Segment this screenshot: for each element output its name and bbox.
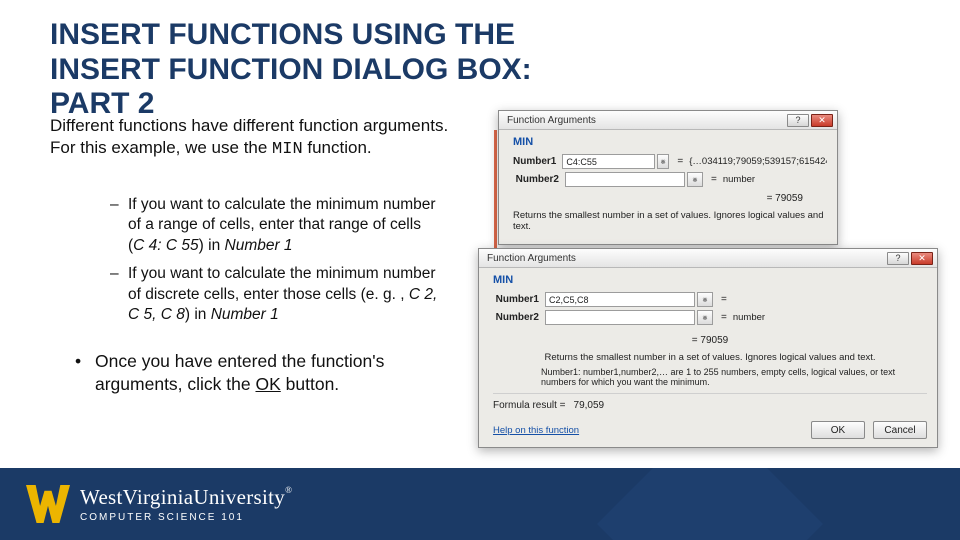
dialog-titlebar[interactable]: Function Arguments ? ✕ <box>499 111 837 130</box>
intro-paragraph: Different functions have different funct… <box>50 115 450 161</box>
sb2-a: If you want to calculate the minimum num… <box>128 265 436 302</box>
arg-label-number1: Number1 <box>493 294 545 305</box>
dialog-title: Function Arguments <box>487 253 576 264</box>
intro-text-a: Different functions have different funct… <box>50 116 448 157</box>
arg-label-number1: Number1 <box>513 156 562 167</box>
function-name-label: MIN <box>513 136 827 148</box>
help-icon[interactable]: ? <box>787 114 809 127</box>
close-icon[interactable]: ✕ <box>811 114 833 127</box>
range-picker-icon[interactable]: ⨳ <box>657 154 670 169</box>
equals-sign: = <box>711 174 717 185</box>
range-picker-icon[interactable]: ⨳ <box>697 310 713 325</box>
wvu-logo-icon <box>26 485 70 523</box>
bullet-marker: • <box>75 350 95 396</box>
dash-marker: – <box>110 195 128 256</box>
help-icon[interactable]: ? <box>887 252 909 265</box>
equals-sign: = <box>677 156 683 167</box>
argument-help-text: Number1: number1,number2,… are 1 to 255 … <box>541 367 927 387</box>
mb-b: button. <box>281 374 339 394</box>
equals-sign: = <box>721 312 727 323</box>
arg-preview-number2: number <box>723 174 755 185</box>
arg-row-number1: Number1 C2,C5,C8 ⨳ = <box>493 292 927 307</box>
intro-text-b: function. <box>303 138 372 157</box>
help-link[interactable]: Help on this function <box>493 425 579 436</box>
dialog-body: MIN Number1 C2,C5,C8 ⨳ = Number2 ⨳ = num… <box>479 268 937 447</box>
formula-result-value: 79,059 <box>574 400 605 411</box>
sub-bullet-2: – If you want to calculate the minimum n… <box>110 264 440 325</box>
range-picker-icon[interactable]: ⨳ <box>697 292 713 307</box>
slide-title: INSERT FUNCTIONS USING THE INSERT FUNCTI… <box>50 18 610 122</box>
main-bullet: • Once you have entered the function's a… <box>75 350 435 396</box>
arg-preview-number2: number <box>733 312 765 323</box>
sb2-arg: Number 1 <box>211 306 279 323</box>
course-name: COMPUTER SCIENCE 101 <box>80 512 292 523</box>
arg-row-number1: Number1 C4:C55 ⨳ = {…034119;79059;539157… <box>513 154 827 169</box>
sub-bullet-1: – If you want to calculate the minimum n… <box>110 195 440 256</box>
excel-edge-stripe <box>494 130 497 250</box>
function-result-preview: = 79059 <box>513 193 803 204</box>
trademark-symbol: ® <box>285 485 292 495</box>
arg-row-number2: Number2 ⨳ = number <box>513 172 827 187</box>
sb1-arg: Number 1 <box>225 237 293 254</box>
arg-label-number2: Number2 <box>513 174 565 185</box>
function-name-label: MIN <box>493 274 927 286</box>
sb2-b: ) in <box>185 306 211 323</box>
number2-input[interactable] <box>545 310 695 325</box>
university-name: WestVirginiaUniversity <box>80 485 285 509</box>
sb1-b: ) in <box>199 237 225 254</box>
function-arguments-dialog-front: Function Arguments ? ✕ MIN Number1 C2,C5… <box>478 248 938 448</box>
function-arguments-dialog-back: Function Arguments ? ✕ MIN Number1 C4:C5… <box>498 110 838 245</box>
number2-input[interactable] <box>565 172 685 187</box>
number1-input[interactable]: C4:C55 <box>562 154 654 169</box>
number1-input[interactable]: C2,C5,C8 <box>545 292 695 307</box>
mb-ok: OK <box>255 374 280 394</box>
arg-row-number2: Number2 ⨳ = number <box>493 310 927 325</box>
equals-sign: = <box>721 294 727 305</box>
ok-button[interactable]: OK <box>811 421 865 439</box>
range-picker-icon[interactable]: ⨳ <box>687 172 703 187</box>
arg-preview-number1: {…034119;79059;539157;615424;0;1573… <box>689 156 827 167</box>
formula-result-label: Formula result = <box>493 400 566 411</box>
dialog-title: Function Arguments <box>507 115 596 126</box>
function-result-preview: = 79059 <box>493 335 927 346</box>
dialog-titlebar[interactable]: Function Arguments ? ✕ <box>479 249 937 268</box>
arg-label-number2: Number2 <box>493 312 545 323</box>
mb-a: Once you have entered the function's arg… <box>95 351 384 394</box>
footer-text: WestVirginiaUniversity® COMPUTER SCIENCE… <box>80 485 292 523</box>
function-description: Returns the smallest number in a set of … <box>493 352 927 363</box>
intro-function-name: MIN <box>272 140 303 159</box>
sb1-range: C 4: C 55 <box>133 237 198 254</box>
cancel-button[interactable]: Cancel <box>873 421 927 439</box>
slide-footer: WestVirginiaUniversity® COMPUTER SCIENCE… <box>0 468 960 540</box>
dialog-body: MIN Number1 C4:C55 ⨳ = {…034119;79059;53… <box>499 130 837 244</box>
sub-bullet-list: – If you want to calculate the minimum n… <box>110 195 440 334</box>
close-icon[interactable]: ✕ <box>911 252 933 265</box>
function-description: Returns the smallest number in a set of … <box>513 210 827 232</box>
dash-marker: – <box>110 264 128 325</box>
